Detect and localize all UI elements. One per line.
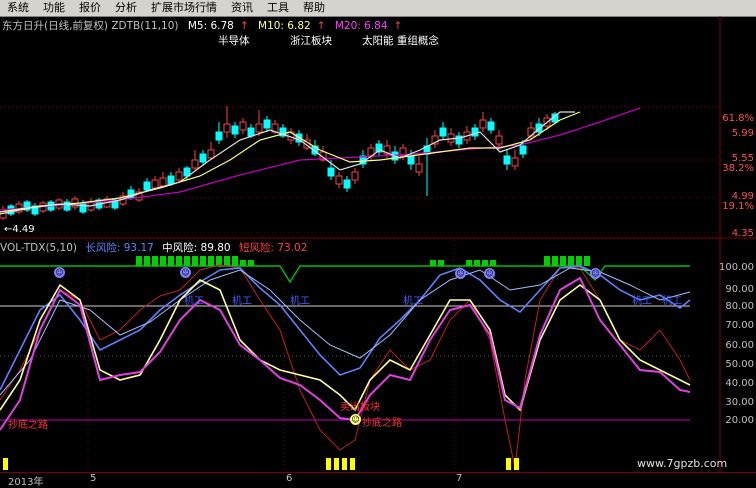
smiley-icon: ☺	[590, 268, 601, 279]
ind-axis-60: 60.00	[725, 340, 754, 351]
candle-body	[175, 171, 183, 181]
date-label: 5	[90, 473, 97, 484]
short-risk-value: 短风险: 73.02	[238, 242, 308, 254]
annotation-label: 机工	[662, 296, 682, 307]
candle-body	[343, 179, 351, 189]
candle-body	[207, 149, 215, 159]
candle-body	[327, 167, 335, 177]
indicator-header: VOL-TDX(5,10) 长风险: 93.17 中风险: 89.80 短风险:…	[0, 240, 312, 254]
candle-body	[519, 145, 527, 155]
annotation-label: 机工	[184, 296, 204, 307]
sell-sector-annotation: 卖出板块	[340, 402, 380, 413]
price-label-435: 4.35	[731, 228, 754, 239]
annotation-label: 机工	[632, 296, 652, 307]
ind-axis-40: 40.00	[725, 378, 754, 389]
candle-body	[495, 135, 503, 145]
ind-axis-70: 70.00	[725, 320, 754, 331]
watermark-text: www.7gpzb.com	[637, 457, 728, 470]
candle-body	[415, 163, 423, 173]
date-axis	[0, 472, 756, 488]
candle-body	[511, 157, 519, 167]
candle-body	[263, 119, 271, 129]
long-risk-value: 长风险: 93.17	[85, 242, 154, 254]
date-label: 2013年	[8, 477, 44, 488]
bottom-mid-annotation: 抄底之路	[362, 418, 402, 429]
candle-body	[407, 155, 415, 165]
smiley-icon: ☺	[484, 268, 495, 279]
annotation-label: 机工	[290, 296, 310, 307]
candle-body	[487, 121, 495, 131]
candle-body	[223, 123, 231, 133]
candle-body	[215, 131, 223, 141]
candle-body	[151, 179, 159, 189]
bottom-left-annotation: 抄底之路	[8, 420, 48, 431]
ind-axis-90: 90.00	[725, 284, 754, 295]
candle-body	[527, 127, 535, 137]
candle-body	[439, 127, 447, 137]
mid-risk-value: 中风险: 89.80	[162, 242, 231, 254]
annotation-label: 机工	[232, 296, 252, 307]
price-label-191: 19.1%	[722, 201, 754, 212]
smiley-icon: ☺	[455, 268, 466, 279]
indicator-name: VOL-TDX(5,10)	[0, 242, 78, 254]
smiley-icon: ☺	[54, 267, 65, 278]
low-price-marker: ←4.49	[4, 224, 35, 235]
price-label-382: 38.2%	[722, 163, 754, 174]
ind-axis-80: 80.00	[725, 301, 754, 312]
candle-body	[471, 127, 479, 137]
date-label: 7	[456, 473, 463, 484]
candle-body	[247, 127, 255, 137]
candle-body	[143, 181, 151, 191]
candle-body	[447, 133, 455, 143]
date-label: 6	[286, 473, 293, 484]
candle-body	[239, 121, 247, 131]
candle-body	[167, 175, 175, 185]
candle-body	[191, 159, 199, 169]
candle-body	[503, 155, 511, 165]
price-label-599: 5.99	[731, 128, 754, 139]
annotation-label: 机工	[403, 296, 423, 307]
smiley-icon: ☺	[350, 414, 361, 425]
candle-body	[231, 125, 239, 135]
ind-axis-100: 100.00	[719, 262, 754, 273]
candle-body	[199, 153, 207, 163]
candle-body	[351, 171, 359, 181]
ind-axis-20: 20.00	[725, 415, 754, 426]
candle-body	[159, 177, 167, 187]
ind-axis-50: 50.00	[725, 359, 754, 370]
candle-body	[335, 175, 343, 185]
ind-axis-30: 30.00	[725, 397, 754, 408]
candle-body	[479, 119, 487, 129]
price-label-618: 61.8%	[722, 113, 754, 124]
smiley-icon: ☺	[180, 267, 191, 278]
candle-body	[63, 201, 71, 211]
candle-body	[255, 123, 263, 133]
